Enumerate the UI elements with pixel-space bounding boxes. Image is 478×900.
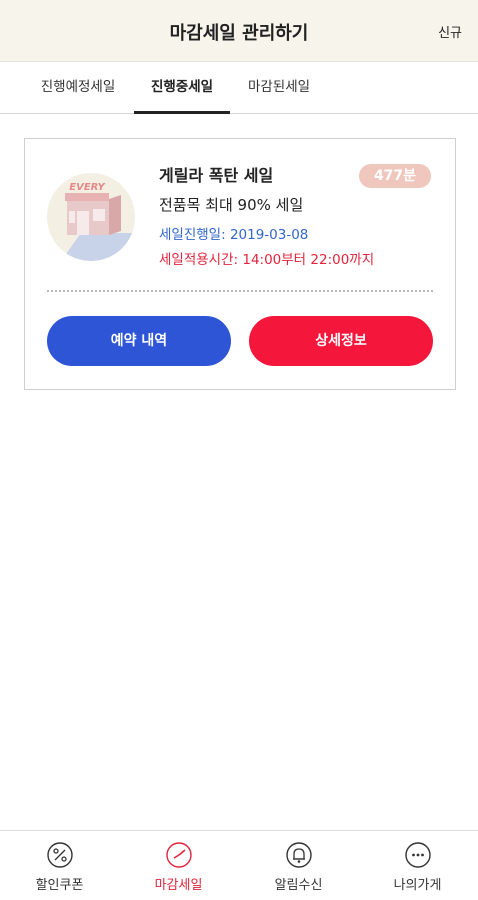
- new-sale-button[interactable]: 신규: [438, 22, 462, 41]
- store-thumbnail: EVERY: [47, 173, 135, 261]
- app-header: 마감세일 관리하기 신규: [0, 0, 478, 62]
- bell-icon: [286, 842, 312, 868]
- store-sign-text: EVERY: [69, 182, 106, 193]
- nav-label-coupons: 할인쿠폰: [35, 878, 84, 893]
- more-icon: [405, 842, 431, 868]
- sale-detail-button[interactable]: 상세정보: [249, 316, 433, 366]
- tab-ongoing-sales[interactable]: 진행중세일: [134, 62, 230, 114]
- reservation-history-button[interactable]: 예약 내역: [47, 316, 231, 366]
- clock-icon: [166, 842, 192, 868]
- sale-date: 세일진행일: 2019-03-08: [159, 227, 309, 243]
- storefront-icon: EVERY: [61, 182, 133, 261]
- remaining-time-badge: 477분: [359, 164, 431, 188]
- sale-status-tabs: 진행예정세일 진행중세일 마감된세일: [0, 62, 478, 114]
- sale-time-range: 세일적용시간: 14:00부터 22:00까지: [159, 252, 375, 268]
- sale-card: EVERY 게릴라 폭탄 세일 477분 전품목 최대 90% 세일 세일진행일…: [24, 138, 456, 390]
- dotted-divider: [47, 290, 433, 292]
- tab-upcoming-sales[interactable]: 진행예정세일: [30, 62, 126, 114]
- bottom-navigation: 할인쿠폰 마감세일 알림수신 나의가게: [0, 830, 478, 900]
- nav-label-my-store: 나의가게: [393, 878, 442, 893]
- nav-label-notifications: 알림수신: [274, 878, 323, 893]
- nav-item-coupons[interactable]: 할인쿠폰: [0, 831, 119, 900]
- tab-ended-sales[interactable]: 마감된세일: [238, 62, 320, 114]
- nav-item-closing-sale[interactable]: 마감세일: [119, 831, 238, 900]
- sale-title: 게릴라 폭탄 세일: [159, 166, 274, 185]
- nav-item-notifications[interactable]: 알림수신: [239, 831, 358, 900]
- page-title: 마감세일 관리하기: [169, 23, 309, 44]
- nav-item-my-store[interactable]: 나의가게: [358, 831, 477, 900]
- nav-label-closing-sale: 마감세일: [154, 878, 203, 893]
- percent-icon: [47, 842, 73, 868]
- sale-description: 전품목 최대 90% 세일: [159, 196, 304, 214]
